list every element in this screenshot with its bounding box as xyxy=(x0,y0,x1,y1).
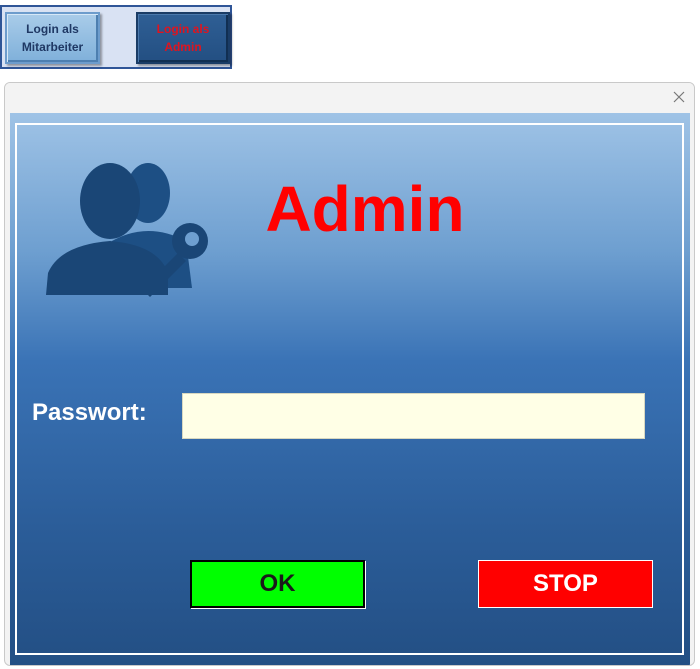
dialog-titlebar xyxy=(5,83,694,113)
login-admin-button[interactable]: Login als Admin xyxy=(136,12,230,64)
stop-button[interactable]: STOP xyxy=(478,560,653,608)
admin-login-dialog: Admin Passwort: OK STOP xyxy=(4,82,695,666)
ok-button[interactable]: OK xyxy=(190,560,365,608)
login-mode-strip: Login als Mitarbeiter Login als Admin xyxy=(0,5,232,69)
user-key-icon xyxy=(46,163,208,297)
close-icon xyxy=(673,91,685,103)
login-admin-label: Login als Admin xyxy=(156,22,210,54)
login-employee-button[interactable]: Login als Mitarbeiter xyxy=(5,12,100,64)
login-employee-label: Login als Mitarbeiter xyxy=(21,22,84,54)
ok-button-label: OK xyxy=(259,570,296,597)
password-input[interactable] xyxy=(182,393,645,439)
password-label: Passwort: xyxy=(32,399,147,426)
stop-button-label: STOP xyxy=(533,570,598,597)
dialog-panel: Admin Passwort: OK STOP xyxy=(10,113,690,665)
dialog-title: Admin xyxy=(265,173,465,245)
close-button[interactable] xyxy=(668,87,690,107)
